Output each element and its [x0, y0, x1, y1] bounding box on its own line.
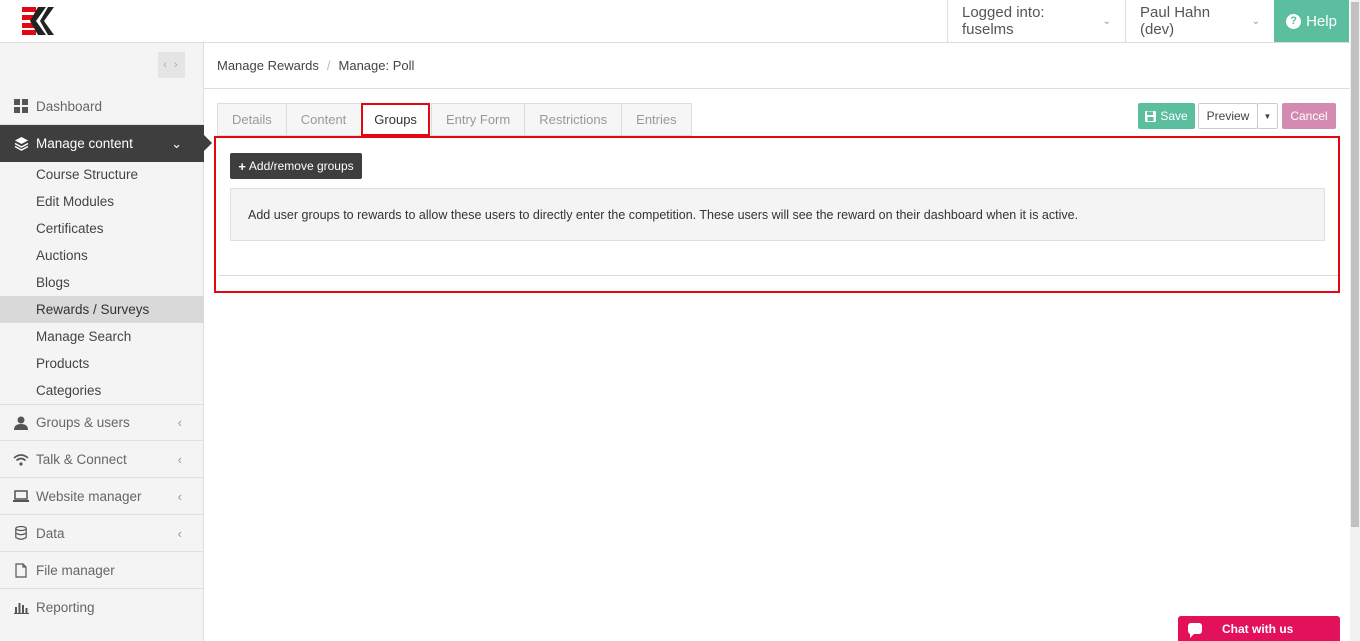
laptop-icon	[13, 488, 29, 504]
breadcrumb-manage-rewards[interactable]: Manage Rewards	[217, 58, 319, 73]
sidebar-item-label: Data	[36, 525, 65, 541]
sidebar-subitem-blogs[interactable]: Blogs	[0, 269, 204, 296]
sidebar-item-label: Dashboard	[36, 98, 103, 114]
divider	[218, 275, 1338, 276]
chevron-left-icon: ‹	[177, 525, 182, 541]
cancel-button[interactable]: Cancel	[1282, 103, 1336, 129]
sidebar-item-groups-users[interactable]: Groups & users ‹	[0, 404, 204, 441]
database-icon	[13, 525, 29, 541]
sidebar-subitem-auctions[interactable]: Auctions	[0, 242, 204, 269]
chat-bubble-icon	[1188, 623, 1202, 638]
bar-chart-icon	[13, 600, 29, 616]
sidebar-item-label: Manage content	[36, 136, 133, 151]
layers-icon	[13, 136, 29, 152]
sidebar-item-label: Reporting	[36, 600, 95, 615]
add-remove-groups-label: Add/remove groups	[248, 159, 354, 173]
sidebar-item-file-manager[interactable]: File manager	[0, 552, 204, 589]
sidebar-item-manage-content[interactable]: Manage content ⌄	[0, 125, 212, 162]
preview-dropdown-toggle[interactable]: ▼	[1257, 103, 1278, 129]
floppy-icon	[1145, 110, 1157, 122]
logged-into-dropdown[interactable]: Logged into: fuselms ⌄	[947, 0, 1125, 42]
chevron-left-icon: ‹	[177, 451, 182, 467]
chevron-down-icon: ⌄	[171, 135, 182, 151]
chevron-left-icon: ‹	[177, 415, 182, 430]
tab-entry-form[interactable]: Entry Form	[430, 103, 525, 136]
sidebar-item-label: File manager	[36, 562, 115, 578]
sidebar-item-label: Talk & Connect	[36, 451, 127, 467]
save-label: Save	[1160, 109, 1188, 123]
sidebar-subitem-manage-search[interactable]: Manage Search	[0, 323, 204, 350]
help-label: Help	[1306, 12, 1337, 30]
scrollbar-thumb[interactable]	[1351, 2, 1359, 527]
sidebar-item-talk-connect[interactable]: Talk & Connect ‹	[0, 441, 204, 478]
preview-button[interactable]: Preview	[1198, 103, 1258, 129]
tab-content[interactable]: Content	[285, 103, 361, 136]
breadcrumb-separator: /	[326, 58, 331, 73]
chat-widget-button[interactable]: Chat with us	[1178, 616, 1340, 641]
sidebar-item-reporting[interactable]: Reporting	[0, 589, 204, 626]
sidebar-item-data[interactable]: Data ‹	[0, 515, 204, 552]
tab-restrictions[interactable]: Restrictions	[524, 103, 622, 136]
chevron-left-icon: ‹	[177, 488, 182, 504]
sidebar-collapse-button[interactable]: ‹ ›	[158, 52, 185, 78]
logged-into-label: Logged into: fuselms	[962, 4, 1045, 38]
wifi-icon	[13, 451, 29, 467]
user-icon	[13, 415, 29, 431]
tab-entries[interactable]: Entries	[621, 103, 692, 136]
groups-info-text: Add user groups to rewards to allow thes…	[230, 188, 1325, 241]
sidebar-item-dashboard[interactable]: Dashboard	[0, 88, 204, 125]
sidebar-subitem-edit-modules[interactable]: Edit Modules	[0, 188, 204, 215]
sidebar: ‹ › Dashboard Manage content ⌄ Course St…	[0, 43, 212, 641]
plus-icon: +	[238, 158, 246, 174]
chevron-down-icon: ⌄	[1102, 15, 1111, 27]
tab-bar: Details Content Groups Entry Form Restri…	[217, 103, 692, 136]
sidebar-subitem-course-structure[interactable]: Course Structure	[0, 161, 204, 188]
groups-panel: + Add/remove groups Add user groups to r…	[214, 136, 1340, 293]
breadcrumb-current: Manage: Poll	[338, 58, 415, 73]
sidebar-subitem-products[interactable]: Products	[0, 350, 204, 377]
sidebar-item-label: Groups & users	[36, 415, 130, 430]
user-name: Paul Hahn (dev)	[1140, 4, 1211, 38]
sidebar-item-website-manager[interactable]: Website manager ‹	[0, 478, 204, 515]
save-button[interactable]: Save	[1138, 103, 1195, 129]
sidebar-subitem-rewards-surveys[interactable]: Rewards / Surveys	[0, 296, 204, 323]
sidebar-subitem-categories[interactable]: Categories	[0, 377, 204, 404]
breadcrumb: Manage Rewards / Manage: Poll	[204, 43, 1350, 89]
top-bar: Logged into: fuselms ⌄ Paul Hahn (dev) ⌄…	[0, 0, 1360, 43]
add-remove-groups-button[interactable]: + Add/remove groups	[230, 153, 362, 179]
grid-icon	[13, 98, 29, 114]
tab-groups[interactable]: Groups	[361, 103, 430, 136]
sidebar-subitem-certificates[interactable]: Certificates	[0, 215, 204, 242]
chat-label: Chat with us	[1222, 621, 1294, 636]
tab-details[interactable]: Details	[217, 103, 286, 136]
question-circle-icon: ?	[1286, 13, 1302, 29]
help-button[interactable]: ? Help	[1274, 0, 1349, 42]
fuse-logo[interactable]	[22, 7, 54, 35]
caret-down-icon: ▼	[1263, 111, 1272, 121]
chevron-down-icon: ⌄	[1251, 15, 1260, 27]
file-icon	[13, 562, 29, 578]
user-menu-dropdown[interactable]: Paul Hahn (dev) ⌄	[1125, 0, 1274, 42]
sidebar-item-label: Website manager	[36, 488, 142, 504]
